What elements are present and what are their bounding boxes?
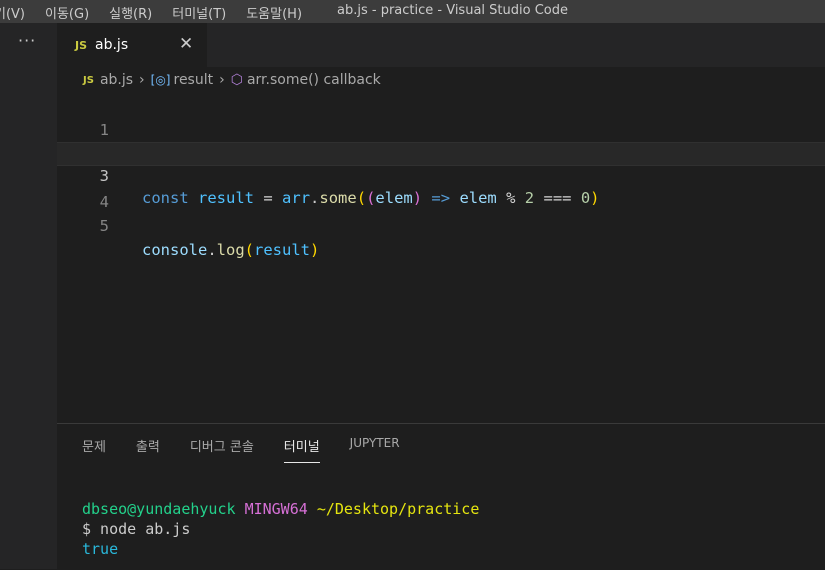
tab-jupyter[interactable]: JUPYTER [350,436,400,463]
method-icon: ⬡ [230,72,243,88]
variable-icon: [◎] [150,73,171,87]
code-line: 1 const arr = [1,2,3,4,5] [57,94,825,163]
terminal-result: true [82,540,119,558]
breadcrumb: JS ab.js › [◎] result › ⬡ arr.some() cal… [57,67,825,93]
code-text: console.log(result) [142,241,320,259]
title-bar: 기(V) 이동(G) 실행(R) 터미널(T) 도움말(H) ab.js - p… [0,0,825,23]
more-actions-icon[interactable]: ··· [18,31,36,50]
panel-tabs: 문제 출력 디버그 콘솔 터미널 JUPYTER [82,436,430,463]
line-number: 5 [99,217,109,235]
code-line: 5 console.log(result) [57,190,825,259]
close-icon[interactable]: ✕ [179,34,193,54]
breadcrumb-callback[interactable]: arr.some() callback [247,72,381,88]
chevron-right-icon: › [219,72,225,88]
tab-debug-console[interactable]: 디버그 콘솔 [190,436,254,463]
tab-ab-js[interactable]: JS ab.js ✕ [57,23,207,67]
code-editor[interactable]: 1 const arr = [1,2,3,4,5] 2 3 const resu… [57,93,825,423]
tab-problems[interactable]: 문제 [82,436,106,463]
editor-tabs: JS ab.js ✕ [57,23,825,67]
terminal-user: dbseo@yundaehyuck [82,500,236,518]
terminal-command: $ node ab.js [82,520,191,538]
terminal-host: MINGW64 [244,500,308,518]
tab-label: ab.js [95,37,129,53]
terminal-path: ~/Desktop/practice [316,500,480,518]
javascript-file-icon: JS [83,74,94,86]
breadcrumb-symbol[interactable]: result [174,72,214,88]
terminal-output[interactable]: dbseo@yundaehyuck MINGW64 ~/Desktop/prac… [82,499,479,559]
breadcrumb-file[interactable]: ab.js [100,72,133,88]
window-title: ab.js - practice - Visual Studio Code [337,3,568,18]
javascript-file-icon: JS [75,38,88,52]
code-line-active: 3 const result = arr.some((elem) => elem… [57,142,825,207]
tab-terminal[interactable]: 터미널 [283,436,320,463]
code-line: 4 [57,166,825,211]
chevron-right-icon: › [139,72,145,88]
bottom-panel: 문제 출력 디버그 콘솔 터미널 JUPYTER dbseo@yundaehyu… [57,423,825,570]
activity-bar: ··· [0,23,57,569]
tab-output[interactable]: 출력 [136,436,160,463]
code-line: 2 [57,118,825,163]
